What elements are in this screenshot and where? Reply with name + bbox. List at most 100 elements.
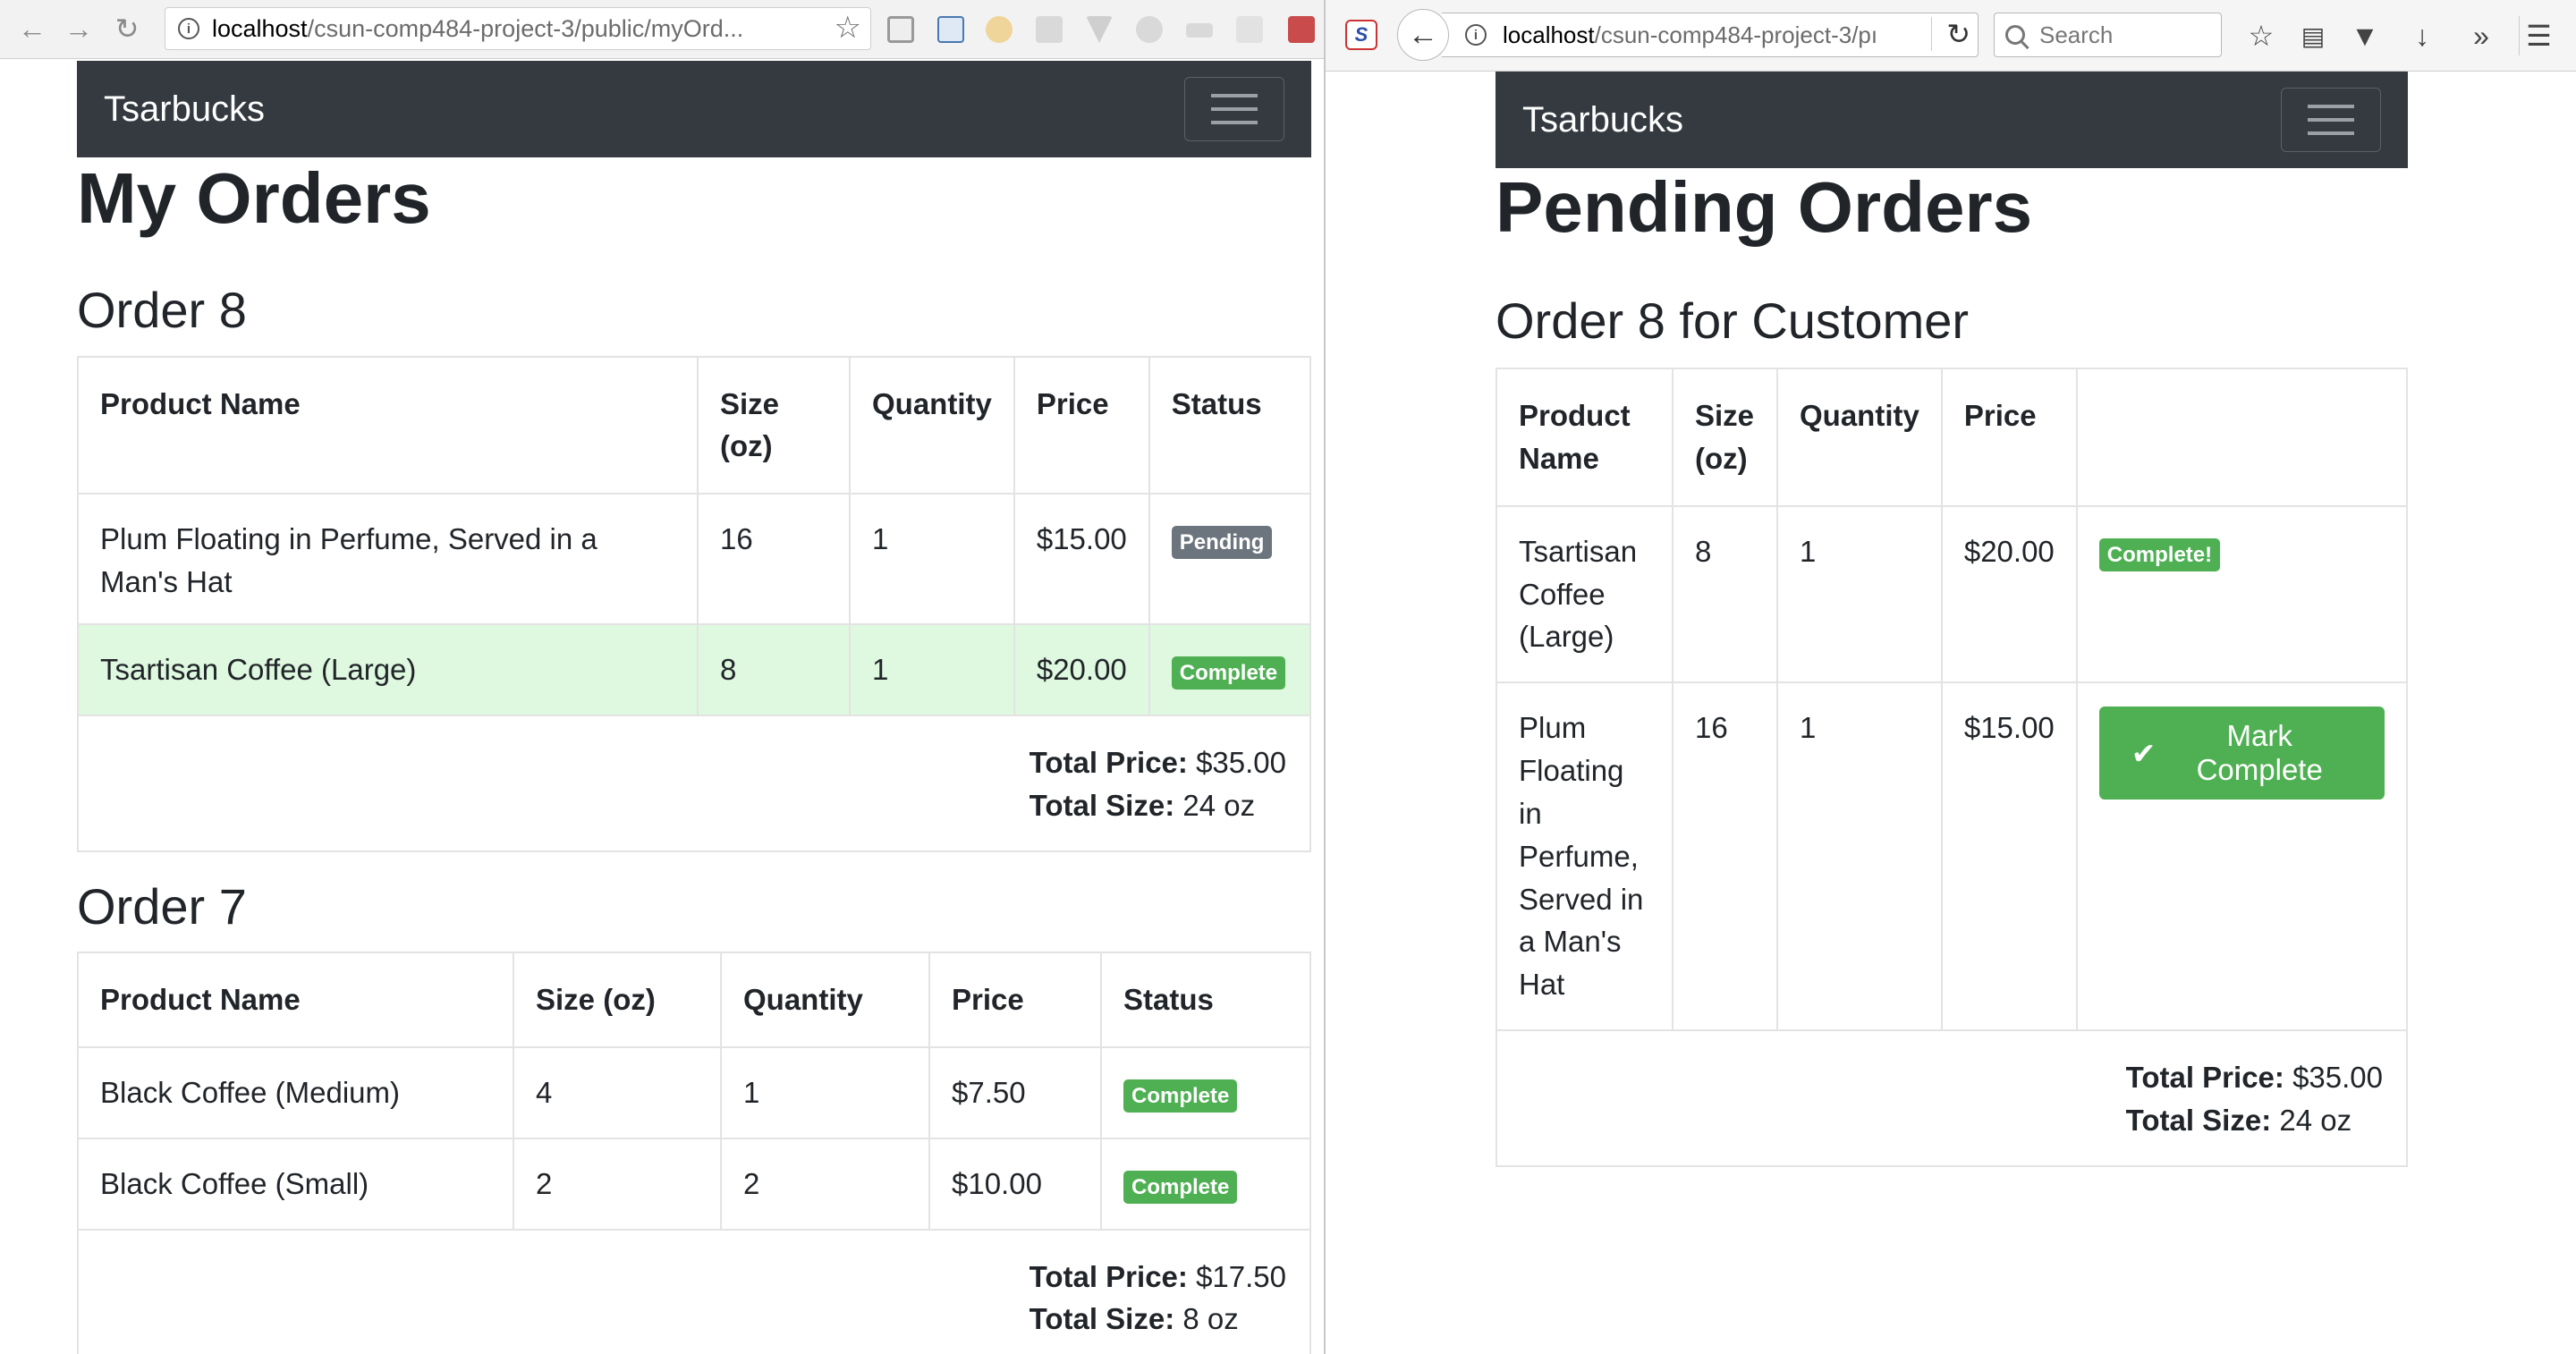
quantity-cell: 1 (850, 623, 1015, 716)
order-card: Product Name Size (oz) Quantity Price Tsar… (1496, 368, 2408, 1167)
order-table: Product Name Size (oz) Quantity Price Sta… (79, 357, 1309, 716)
navbar-brand[interactable]: Tsarbucks (104, 89, 265, 130)
status-badge: Complete! (2098, 537, 2221, 571)
reload-icon[interactable]: ↻ (107, 9, 147, 48)
column-header: Price (1941, 369, 2078, 507)
navbar-brand[interactable]: Tsarbucks (1522, 100, 1683, 140)
navbar-toggler-button[interactable] (1184, 77, 1284, 141)
reading-list-icon[interactable]: ▤ (2293, 16, 2333, 55)
navbar: Tsarbucks (1496, 72, 2408, 168)
page-title: My Orders (77, 158, 431, 238)
search-icon (2005, 25, 2025, 45)
mark-complete-label: Mark Complete (2196, 719, 2323, 787)
extension-icon[interactable] (1086, 16, 1113, 43)
column-header: Status (1101, 953, 1309, 1048)
price-cell: $20.00 (1941, 505, 2078, 684)
column-header: Quantity (1777, 369, 1943, 507)
search-placeholder: Search (2039, 21, 2114, 48)
download-icon[interactable]: ↓ (2402, 16, 2442, 55)
product-name: Plum Floating in Perfume, Served in a Ma… (1497, 682, 1674, 1032)
mark-complete-button[interactable]: ✔ Mark Complete (2098, 707, 2385, 800)
quantity-cell: 1 (1777, 505, 1943, 684)
quantity-cell: 2 (721, 1138, 930, 1231)
navbar: Tsarbucks (77, 61, 1311, 157)
address-bar[interactable]: i localhost/csun-comp484-project-3/publi… (165, 7, 871, 50)
column-header: Status (1148, 357, 1309, 495)
table-header-row: Product Name Size (oz) Quantity Price (1497, 369, 2406, 507)
info-icon[interactable]: i (178, 18, 199, 39)
search-field[interactable]: Search (1994, 13, 2222, 57)
chrome-toolbar: ← → ↻ i localhost/csun-comp484-project-3… (0, 0, 1324, 59)
column-header: Quantity (721, 953, 930, 1048)
quantity-cell: 1 (1777, 682, 1943, 1032)
info-icon[interactable]: i (1465, 24, 1487, 46)
product-name: Black Coffee (Small) (79, 1138, 514, 1231)
total-size-label: Total Size: (1029, 1302, 1175, 1336)
menu-icon[interactable]: ☰ (2519, 16, 2558, 55)
hamburger-icon (1211, 94, 1258, 97)
total-price-label: Total Price: (1029, 745, 1188, 779)
status-badge: Complete (1123, 1170, 1238, 1204)
table-header-row: Product Name Size (oz) Quantity Price St… (79, 953, 1309, 1048)
my-orders-page: Tsarbucks My Orders Order 8 Product Name… (77, 61, 1311, 1354)
price-cell: $7.50 (929, 1046, 1102, 1139)
extension-icon[interactable] (937, 16, 964, 43)
extension-icon[interactable] (1036, 16, 1063, 43)
status-badge: Complete (1123, 1079, 1238, 1113)
extension-icon[interactable] (986, 16, 1013, 43)
pocket-icon[interactable]: ▼ (2345, 16, 2385, 55)
url-text[interactable]: localhost/csun-comp484-project-3/public/… (212, 15, 820, 43)
total-size-value: 24 oz (1182, 788, 1256, 822)
forward-arrow-icon[interactable]: → (59, 9, 98, 48)
total-price-label: Total Price: (1029, 1259, 1188, 1293)
url-text[interactable]: localhost/csun-comp484-project-3/pı (1503, 21, 1914, 49)
back-arrow-icon[interactable]: ← (13, 9, 52, 48)
check-icon: ✔ (2131, 736, 2157, 770)
table-row: Tsartisan Coffee (Large) 8 1 $20.00 Comp… (79, 623, 1309, 716)
column-header: Quantity (850, 357, 1015, 495)
table-row: Plum Floating in Perfume, Served in a Ma… (1497, 682, 2406, 1032)
cast-icon[interactable] (887, 16, 914, 43)
size-cell: 4 (513, 1046, 722, 1139)
column-header: Size (oz) (513, 953, 722, 1048)
hamburger-icon (2308, 105, 2354, 108)
column-header: Product Name (1497, 369, 1674, 507)
star-icon[interactable]: ☆ (835, 10, 861, 46)
total-price-value: $35.00 (2292, 1061, 2383, 1095)
price-cell: $15.00 (1013, 494, 1150, 625)
price-cell: $15.00 (1941, 682, 2078, 1032)
order-table: Product Name Size (oz) Quantity Price Tsar… (1497, 369, 2406, 1032)
extension-icon[interactable] (1288, 16, 1315, 43)
status-badge: Complete (1171, 656, 1286, 690)
product-name: Tsartisan Coffee (Large) (1497, 505, 1674, 684)
extension-icon[interactable] (1236, 16, 1263, 43)
total-size-label: Total Size: (1029, 788, 1175, 822)
extension-icon[interactable]: S (1345, 20, 1377, 50)
order-heading: Order 8 for Customer (1496, 292, 1970, 349)
column-header: Product Name (79, 357, 699, 495)
table-row: Black Coffee (Medium) 4 1 $7.50 Complete (79, 1046, 1309, 1139)
order-heading: Order 7 (77, 877, 247, 935)
overflow-icon[interactable]: » (2462, 16, 2501, 55)
back-arrow-icon[interactable]: ← (1397, 9, 1449, 61)
column-header: Size (oz) (698, 357, 851, 495)
url-host: localhost (1503, 21, 1595, 48)
size-cell: 16 (1673, 682, 1778, 1032)
table-row: Plum Floating in Perfume, Served in a Ma… (79, 494, 1309, 625)
order-heading: Order 8 (77, 282, 247, 338)
left-browser-window: ← → ↻ i localhost/csun-comp484-project-3… (0, 0, 1324, 1354)
table-row: Black Coffee (Small) 2 2 $10.00 Complete (79, 1138, 1309, 1231)
reload-icon[interactable]: ↻ (1931, 17, 1970, 51)
extension-icon[interactable] (1136, 16, 1163, 43)
quantity-cell: 1 (721, 1046, 930, 1139)
address-bar[interactable]: i localhost/csun-comp484-project-3/pı ↻ (1442, 13, 1979, 57)
star-icon[interactable]: ☆ (2241, 16, 2281, 55)
column-header: Price (1013, 357, 1150, 495)
firefox-toolbar: S i localhost/csun-comp484-project-3/pı … (1326, 0, 2576, 72)
extension-icon[interactable] (1186, 23, 1213, 38)
navbar-toggler-button[interactable] (2281, 88, 2381, 152)
size-cell: 16 (698, 494, 851, 625)
column-header (2076, 369, 2406, 507)
product-name: Black Coffee (Medium) (79, 1046, 514, 1139)
size-cell: 8 (1673, 505, 1778, 684)
